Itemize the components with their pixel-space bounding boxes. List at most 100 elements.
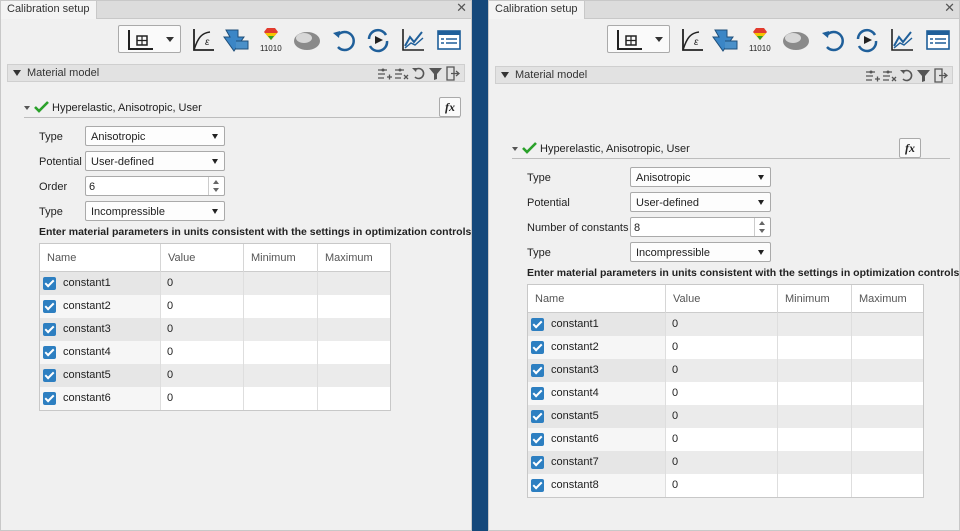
column-value[interactable]: Value [666, 285, 778, 313]
maximum-cell[interactable] [318, 295, 392, 318]
settings-panel-icon[interactable] [436, 27, 462, 53]
stepper-buttons[interactable] [754, 218, 770, 236]
reset-icon[interactable] [411, 66, 426, 81]
close-icon[interactable]: ✕ [944, 1, 955, 17]
binary-data-icon[interactable]: 11010 [258, 27, 284, 53]
row-checkbox[interactable] [531, 364, 544, 377]
row-checkbox[interactable] [43, 323, 56, 336]
column-maximum[interactable]: Maximum [318, 244, 392, 272]
expand-triangle-icon[interactable] [24, 106, 30, 110]
import-arrow-icon[interactable] [222, 27, 249, 53]
add-filter-icon[interactable] [377, 66, 392, 81]
maximum-cell[interactable] [852, 359, 925, 382]
minimum-cell[interactable] [244, 341, 318, 364]
tab-calibration-setup[interactable]: Calibration setup [1, 1, 97, 19]
table-row[interactable]: constant4 0 [40, 341, 390, 364]
minimum-cell[interactable] [778, 359, 852, 382]
row-checkbox[interactable] [531, 318, 544, 331]
minimum-cell[interactable] [778, 313, 852, 336]
remove-filter-icon[interactable] [882, 68, 897, 83]
plot-type-dropdown[interactable] [118, 25, 181, 53]
minimum-cell[interactable] [244, 295, 318, 318]
table-row[interactable]: constant2 0 [40, 295, 390, 318]
expand-triangle-icon[interactable] [512, 147, 518, 151]
table-row[interactable]: constant4 0 [528, 382, 923, 405]
constant-value[interactable]: 0 [167, 341, 173, 364]
stepper-buttons[interactable] [208, 177, 224, 195]
minimum-cell[interactable] [778, 382, 852, 405]
incompressibility-select[interactable]: Incompressible [85, 201, 225, 221]
minimum-cell[interactable] [244, 318, 318, 341]
maximum-cell[interactable] [852, 336, 925, 359]
funnel-icon[interactable] [428, 66, 443, 81]
maximum-cell[interactable] [318, 364, 392, 387]
constant-value[interactable]: 0 [167, 364, 173, 387]
tab-calibration-setup[interactable]: Calibration setup [489, 1, 585, 19]
maximum-cell[interactable] [318, 318, 392, 341]
constant-value[interactable]: 0 [672, 451, 678, 474]
model-row[interactable]: Hyperelastic, Anisotropic, User [24, 98, 460, 118]
table-row[interactable]: constant8 0 [528, 474, 923, 497]
maximum-cell[interactable] [852, 474, 925, 497]
constant-value[interactable]: 0 [672, 336, 678, 359]
reset-icon[interactable] [899, 68, 914, 83]
collapse-triangle-icon[interactable] [13, 70, 21, 76]
table-row[interactable]: constant2 0 [528, 336, 923, 359]
line-chart-icon[interactable] [889, 27, 915, 53]
row-checkbox[interactable] [43, 346, 56, 359]
import-arrow-icon[interactable] [711, 27, 738, 53]
settings-panel-icon[interactable] [925, 27, 951, 53]
maximum-cell[interactable] [852, 428, 925, 451]
remove-filter-icon[interactable] [394, 66, 409, 81]
close-icon[interactable]: ✕ [456, 1, 467, 17]
constant-value[interactable]: 0 [672, 382, 678, 405]
constant-value[interactable]: 0 [672, 428, 678, 451]
constant-value[interactable]: 0 [167, 318, 173, 341]
minimum-cell[interactable] [244, 387, 318, 410]
row-checkbox[interactable] [531, 479, 544, 492]
fx-button[interactable]: fx [899, 138, 921, 158]
model-row[interactable]: Hyperelastic, Anisotropic, User [512, 139, 950, 159]
fx-button[interactable]: fx [439, 97, 461, 117]
table-row[interactable]: constant5 0 [40, 364, 390, 387]
minimum-cell[interactable] [778, 451, 852, 474]
minimum-cell[interactable] [778, 336, 852, 359]
row-checkbox[interactable] [43, 369, 56, 382]
maximum-cell[interactable] [852, 451, 925, 474]
minimum-cell[interactable] [778, 474, 852, 497]
table-row[interactable]: constant1 0 [40, 272, 390, 295]
table-row[interactable]: constant3 0 [40, 318, 390, 341]
table-row[interactable]: constant7 0 [528, 451, 923, 474]
strain-curve-icon[interactable]: ε [190, 27, 216, 53]
column-value[interactable]: Value [161, 244, 244, 272]
row-checkbox[interactable] [531, 456, 544, 469]
potential-select[interactable]: User-defined [85, 151, 225, 171]
potential-select[interactable]: User-defined [630, 192, 771, 212]
constant-value[interactable]: 0 [167, 295, 173, 318]
material-model-section[interactable]: Material model [495, 66, 953, 84]
table-row[interactable]: constant5 0 [528, 405, 923, 428]
row-checkbox[interactable] [531, 341, 544, 354]
incompressibility-select[interactable]: Incompressible [630, 242, 771, 262]
funnel-icon[interactable] [916, 68, 931, 83]
run-refresh-icon[interactable] [364, 27, 390, 53]
type-select[interactable]: Anisotropic [85, 126, 225, 146]
column-maximum[interactable]: Maximum [852, 285, 925, 313]
row-checkbox[interactable] [531, 410, 544, 423]
binary-data-icon[interactable]: 11010 [747, 27, 773, 53]
table-row[interactable]: constant6 0 [40, 387, 390, 410]
line-chart-icon[interactable] [400, 27, 426, 53]
minimum-cell[interactable] [778, 428, 852, 451]
row-checkbox[interactable] [43, 300, 56, 313]
minimum-cell[interactable] [244, 364, 318, 387]
column-minimum[interactable]: Minimum [244, 244, 318, 272]
maximum-cell[interactable] [318, 272, 392, 295]
column-name[interactable]: Name [40, 244, 161, 272]
maximum-cell[interactable] [318, 387, 392, 410]
number-of-constants-stepper[interactable]: 8 [630, 217, 771, 237]
column-name[interactable]: Name [528, 285, 666, 313]
row-checkbox[interactable] [531, 433, 544, 446]
constant-value[interactable]: 0 [167, 272, 173, 295]
constant-value[interactable]: 0 [167, 387, 173, 410]
add-filter-icon[interactable] [865, 68, 880, 83]
